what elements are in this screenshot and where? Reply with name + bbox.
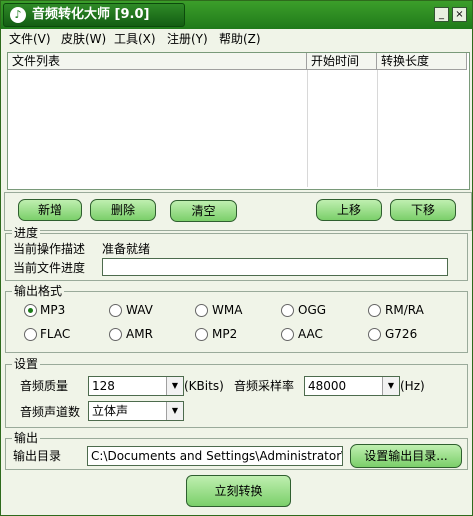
output-dir-label: 输出目录 xyxy=(13,449,62,463)
radio-label-mp3[interactable]: MP3 xyxy=(40,303,65,317)
close-button[interactable]: × xyxy=(452,7,467,22)
clear-button[interactable]: 清空 xyxy=(170,200,237,222)
quality-unit: (KBits) xyxy=(184,379,224,393)
chevron-down-icon[interactable]: ▼ xyxy=(382,377,399,395)
minimize-button[interactable]: _ xyxy=(434,7,449,22)
menu-register[interactable]: 注册(Y) xyxy=(167,32,208,47)
quality-select[interactable]: 128 ▼ xyxy=(88,376,184,396)
radio-label-wma[interactable]: WMA xyxy=(212,303,242,317)
chevron-down-icon[interactable]: ▼ xyxy=(166,377,183,395)
quality-label: 音频质量 xyxy=(20,379,69,393)
current-op-label: 当前操作描述 xyxy=(13,242,86,256)
sample-rate-unit: (Hz) xyxy=(400,379,425,393)
channels-label: 音频声道数 xyxy=(20,405,81,419)
quality-select-value: 128 xyxy=(92,379,115,393)
convert-now-button[interactable]: 立刻转换 xyxy=(186,475,291,507)
radio-wav[interactable] xyxy=(109,304,122,317)
move-down-button[interactable]: 下移 xyxy=(390,199,456,221)
column-divider xyxy=(377,70,378,187)
menu-bar: 文件(V) 皮肤(W) 工具(X) 注册(Y) 帮助(Z) xyxy=(1,30,472,48)
output-group: 输出 输出目录 C:\Documents and Settings\Admini… xyxy=(5,431,468,470)
radio-g726[interactable] xyxy=(368,328,381,341)
menu-help[interactable]: 帮助(Z) xyxy=(219,32,261,47)
main-window: ♪ 音频转化大师 [9.0] _ × 文件(V) 皮肤(W) 工具(X) 注册(… xyxy=(0,0,473,516)
music-disc-icon[interactable]: ♪ xyxy=(10,7,26,23)
progress-group-label: 进度 xyxy=(12,226,41,240)
column-header-convert-length[interactable]: 转换长度 xyxy=(377,53,467,70)
column-header-file-list[interactable]: 文件列表 xyxy=(8,53,307,70)
radio-label-rm-ra[interactable]: RM/RA xyxy=(385,303,424,317)
file-progress-bar xyxy=(102,258,448,276)
sample-rate-select[interactable]: 48000 ▼ xyxy=(304,376,400,396)
radio-label-ogg[interactable]: OGG xyxy=(298,303,326,317)
move-up-button[interactable]: 上移 xyxy=(316,199,382,221)
title-bar[interactable]: ♪ 音频转化大师 [9.0] _ × xyxy=(1,1,472,29)
sample-rate-label: 音频采样率 xyxy=(234,379,295,393)
menu-tools[interactable]: 工具(X) xyxy=(114,32,156,47)
add-button[interactable]: 新增 xyxy=(18,199,82,221)
radio-label-g726[interactable]: G726 xyxy=(385,327,417,341)
delete-button[interactable]: 删除 xyxy=(90,199,156,221)
output-format-group: 输出格式 MP3 WAV WMA OGG RM/RA FLAC AMR MP2 … xyxy=(5,284,468,353)
settings-group: 设置 音频质量 128 ▼ (KBits) 音频采样率 48000 ▼ (Hz)… xyxy=(5,357,468,428)
window-title: 音频转化大师 [9.0] xyxy=(32,7,150,22)
radio-flac[interactable] xyxy=(24,328,37,341)
list-button-row: 新增 删除 清空 上移 下移 xyxy=(4,192,472,231)
chevron-down-icon[interactable]: ▼ xyxy=(166,402,183,420)
radio-ogg[interactable] xyxy=(281,304,294,317)
channels-select[interactable]: 立体声 ▼ xyxy=(88,401,184,421)
output-format-group-label: 输出格式 xyxy=(12,284,65,298)
file-progress-label: 当前文件进度 xyxy=(13,261,86,275)
file-list[interactable]: 文件列表 开始时间 转换长度 xyxy=(7,52,470,190)
title-plate: ♪ 音频转化大师 [9.0] xyxy=(3,3,185,27)
radio-label-aac[interactable]: AAC xyxy=(298,327,323,341)
column-header-start-time[interactable]: 开始时间 xyxy=(307,53,377,70)
radio-label-mp2[interactable]: MP2 xyxy=(212,327,237,341)
column-divider xyxy=(307,70,308,187)
settings-group-label: 设置 xyxy=(12,357,41,371)
current-op-value: 准备就绪 xyxy=(102,242,151,256)
output-group-label: 输出 xyxy=(12,431,41,445)
set-output-dir-button[interactable]: 设置输出目录... xyxy=(350,444,462,468)
radio-amr[interactable] xyxy=(109,328,122,341)
radio-label-wav[interactable]: WAV xyxy=(126,303,153,317)
radio-aac[interactable] xyxy=(281,328,294,341)
radio-wma[interactable] xyxy=(195,304,208,317)
menu-skin[interactable]: 皮肤(W) xyxy=(61,32,106,47)
radio-mp3[interactable] xyxy=(24,304,37,317)
channels-select-value: 立体声 xyxy=(92,404,129,418)
output-dir-field[interactable]: C:\Documents and Settings\Administrator\… xyxy=(87,446,343,466)
sample-rate-select-value: 48000 xyxy=(308,379,347,393)
radio-mp2[interactable] xyxy=(195,328,208,341)
radio-rm-ra[interactable] xyxy=(368,304,381,317)
radio-label-amr[interactable]: AMR xyxy=(126,327,153,341)
radio-label-flac[interactable]: FLAC xyxy=(40,327,70,341)
progress-group: 进度 当前操作描述 准备就绪 当前文件进度 xyxy=(5,226,468,281)
menu-file[interactable]: 文件(V) xyxy=(9,32,51,47)
